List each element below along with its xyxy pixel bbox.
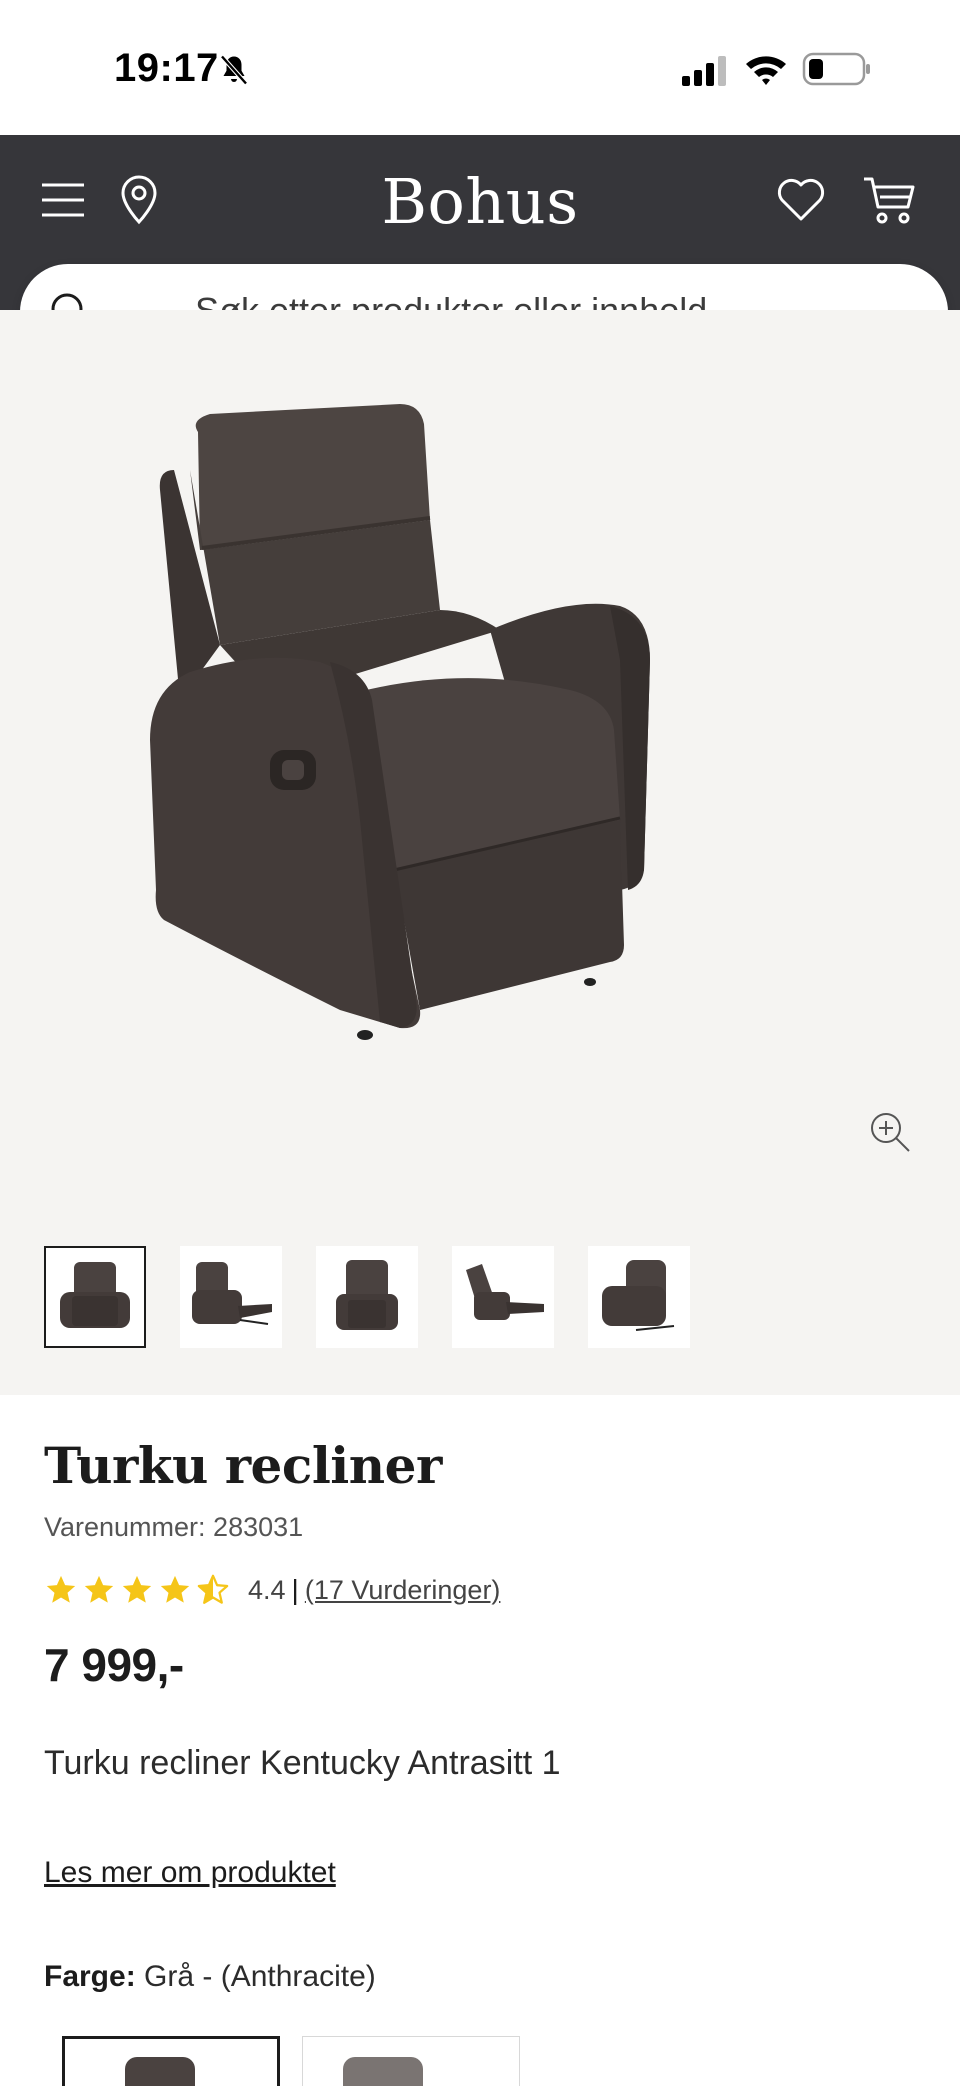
rating-row: 4.4 | (17 Vurderinger) bbox=[44, 1570, 500, 1610]
heart-icon[interactable] bbox=[776, 177, 826, 223]
chair-side-thumbnail-icon bbox=[466, 1264, 544, 1320]
chair-swatch-icon bbox=[343, 2057, 423, 2086]
star-full-icon bbox=[122, 1575, 152, 1603]
product-price: 7 999,- bbox=[44, 1639, 184, 1691]
bell-off-icon bbox=[220, 55, 248, 85]
reviews-link[interactable]: (17 Vurderinger) bbox=[305, 1575, 501, 1606]
star-full-icon bbox=[84, 1575, 114, 1603]
product-sku: Varenummer: 283031 bbox=[44, 1512, 304, 1542]
thumbnail-1[interactable] bbox=[44, 1246, 146, 1348]
status-time: 19:17 bbox=[114, 46, 219, 90]
star-half-icon bbox=[197, 1574, 229, 1604]
product-image[interactable] bbox=[150, 400, 800, 1140]
star-full-icon bbox=[46, 1575, 76, 1603]
chair-front-thumbnail-icon bbox=[336, 1260, 398, 1330]
thumbnail-2[interactable] bbox=[180, 1246, 282, 1348]
color-label: Farge: bbox=[44, 1960, 136, 1993]
star-full-icon bbox=[160, 1575, 190, 1603]
chair-swatch-icon bbox=[125, 2057, 195, 2086]
status-bar: 19:17 bbox=[0, 0, 960, 135]
cell-signal-icon bbox=[682, 56, 726, 86]
color-swatch-grey[interactable] bbox=[302, 2036, 520, 2086]
color-selector-label: Farge: Grå - (Anthracite) bbox=[44, 1960, 376, 1994]
thumbnail-5[interactable] bbox=[588, 1246, 690, 1348]
rating-value: 4.4 bbox=[248, 1574, 286, 1605]
product-description: Turku recliner Kentucky Antrasitt 1 bbox=[44, 1744, 561, 1782]
product-gallery bbox=[0, 310, 960, 1395]
chair-reclined-thumbnail-icon bbox=[192, 1262, 272, 1325]
battery-icon bbox=[802, 52, 870, 86]
chair-thumbnail-icon bbox=[60, 1262, 130, 1328]
rating-separator: | bbox=[291, 1574, 299, 1605]
thumbnail-3[interactable] bbox=[316, 1246, 418, 1348]
thumbnail-strip bbox=[44, 1246, 690, 1348]
chair-back-thumbnail-icon bbox=[602, 1260, 675, 1331]
color-swatch-anthracite[interactable] bbox=[62, 2036, 280, 2086]
thumbnail-4[interactable] bbox=[452, 1246, 554, 1348]
wifi-icon bbox=[746, 56, 786, 85]
color-value: Grå - (Anthracite) bbox=[144, 1960, 376, 1993]
rating-stars bbox=[44, 1573, 230, 1607]
zoom-in-icon[interactable] bbox=[868, 1110, 912, 1154]
read-more-link[interactable]: Les mer om produktet bbox=[44, 1856, 336, 1890]
cart-icon[interactable] bbox=[862, 175, 916, 225]
product-title: Turku recliner bbox=[44, 1436, 442, 1495]
